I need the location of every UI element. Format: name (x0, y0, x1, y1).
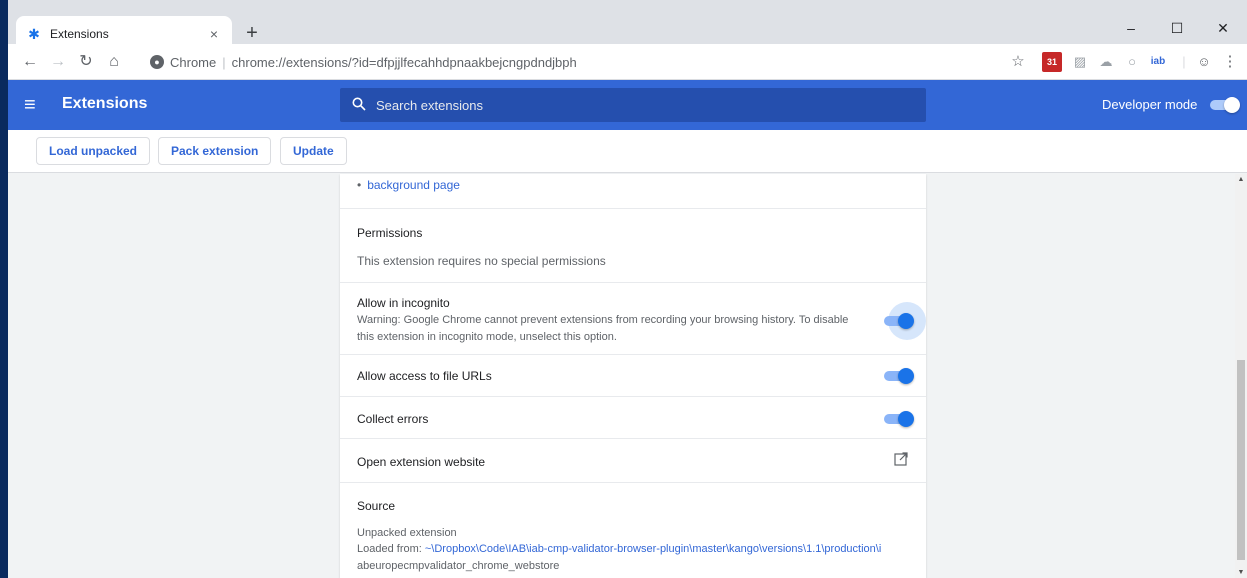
load-unpacked-button[interactable]: Load unpacked (36, 137, 151, 165)
browser-window: ✱ Extensions × + – ☐ ✕ ← → ↻ ⌂ ● Chrome … (8, 0, 1247, 578)
address-url: chrome://extensions/?id=dfpjjlfecahhdpna… (231, 54, 577, 70)
scroll-down-arrow-icon[interactable]: ▼ (1235, 569, 1247, 576)
hamburger-menu-icon[interactable]: ≡ (24, 93, 48, 117)
open-in-new-icon[interactable] (894, 452, 908, 469)
browser-toolbar: ← → ↻ ⌂ ● Chrome | chrome://extensions/?… (8, 44, 1247, 80)
incognito-warning-line1: Warning: Google Chrome cannot prevent ex… (357, 314, 849, 326)
forward-button[interactable]: → (46, 50, 70, 74)
incognito-row: Allow in incognito Warning: Google Chrom… (340, 282, 926, 354)
menu-kebab-icon[interactable]: ⋮ (1220, 52, 1240, 72)
toggle-knob (898, 411, 914, 427)
search-icon (352, 97, 366, 114)
new-tab-button[interactable]: + (240, 22, 264, 46)
source-type: Unpacked extension (357, 527, 457, 539)
tab-strip: ✱ Extensions × + – ☐ ✕ (8, 0, 1247, 52)
permissions-row: Permissions This extension requires no s… (340, 208, 926, 282)
circle-extension-icon[interactable]: ○ (1122, 52, 1142, 72)
toggle-knob (1224, 97, 1240, 113)
collect-errors-title: Collect errors (357, 412, 429, 426)
bookmark-star-icon[interactable]: ☆ (1008, 52, 1028, 72)
pack-extension-button[interactable]: Pack extension (158, 137, 272, 165)
puzzle-icon: ✱ (28, 26, 40, 42)
file-urls-row: Allow access to file URLs (340, 354, 926, 396)
permissions-title: Permissions (357, 226, 423, 240)
maximize-button[interactable]: ☐ (1154, 16, 1200, 40)
incognito-toggle[interactable] (884, 313, 914, 329)
calendar-extension-icon[interactable]: 31 (1042, 52, 1062, 72)
views-row: • background page (340, 172, 926, 208)
back-button[interactable]: ← (18, 50, 42, 74)
file-urls-toggle[interactable] (884, 368, 914, 384)
minimize-button[interactable]: – (1108, 16, 1154, 40)
address-bar[interactable]: ● Chrome | chrome://extensions/?id=dfpjj… (142, 48, 1002, 76)
tab-close-icon[interactable]: × (206, 26, 222, 42)
scroll-up-arrow-icon[interactable]: ▲ (1235, 176, 1247, 183)
source-path-link[interactable]: ~\Dropbox\Code\IAB\iab-cmp-validator-bro… (425, 543, 881, 555)
reload-button[interactable]: ↻ (74, 50, 98, 74)
profile-avatar-icon[interactable]: ☺ (1194, 52, 1214, 72)
toggle-knob (898, 368, 914, 384)
address-separator: | (222, 54, 226, 70)
file-urls-title: Allow access to file URLs (357, 369, 492, 383)
collect-errors-row: Collect errors (340, 396, 926, 438)
close-window-button[interactable]: ✕ (1200, 16, 1246, 40)
page-scrollbar[interactable]: ▲ ▼ (1235, 174, 1247, 578)
open-website-title: Open extension website (357, 455, 486, 469)
chrome-page-icon: ● (150, 55, 164, 69)
page-title: Extensions (62, 95, 148, 112)
toggle-knob (898, 313, 914, 329)
extensions-header: ≡ Extensions Developer mode (8, 80, 1247, 130)
permissions-text: This extension requires no special permi… (357, 254, 606, 268)
incognito-warning-line2: this extension in incognito mode, unsele… (357, 331, 617, 343)
cloud-extension-icon[interactable]: ☁ (1096, 52, 1116, 72)
background-page-link[interactable]: • background page (357, 178, 460, 192)
tab-title: Extensions (50, 27, 109, 41)
desktop-edge (0, 0, 8, 578)
source-row: Source Unpacked extension Loaded from: ~… (340, 482, 926, 578)
open-website-row[interactable]: Open extension website (340, 438, 926, 482)
extension-details-card: • background page Permissions This extens… (340, 174, 926, 578)
developer-mode-label: Developer mode (1102, 97, 1198, 112)
toolbar-divider: | (1182, 54, 1186, 69)
scrollbar-thumb[interactable] (1237, 360, 1245, 560)
developer-mode-toggle[interactable] (1210, 97, 1240, 113)
source-path-link-continued[interactable]: abeuropecmpvalidator_chrome_webstore (357, 558, 559, 574)
source-title: Source (357, 499, 396, 513)
collect-errors-toggle[interactable] (884, 411, 914, 427)
incognito-title: Allow in incognito (357, 296, 450, 310)
address-scheme: Chrome (170, 54, 217, 70)
source-loaded-from: Loaded from: ~\Dropbox\Code\IAB\iab-cmp-… (357, 543, 882, 555)
iab-extension-icon[interactable]: iab (1148, 52, 1168, 72)
details-content: • background page Permissions This extens… (8, 174, 1235, 578)
developer-toolbar: Load unpacked Pack extension Update (8, 130, 1247, 173)
pdf-extension-icon[interactable]: ▨ (1070, 52, 1090, 72)
search-input[interactable] (376, 97, 896, 113)
home-button[interactable]: ⌂ (102, 50, 126, 74)
search-box[interactable] (340, 88, 926, 122)
update-button[interactable]: Update (280, 137, 347, 165)
